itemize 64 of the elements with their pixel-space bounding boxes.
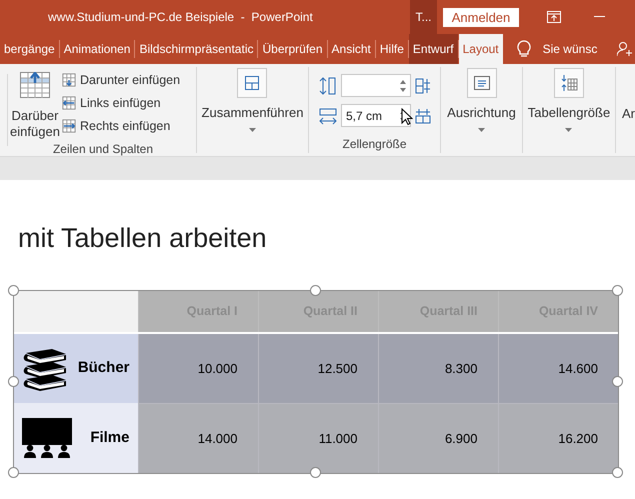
- insert-above-icon: [20, 72, 50, 98]
- ribbon-tab[interactable]: Layout: [458, 34, 503, 64]
- distribute-columns-icon[interactable]: [415, 108, 431, 124]
- row-height-icon: [319, 76, 337, 94]
- context-tab-label: T...: [410, 0, 437, 34]
- ribbon-tab[interactable]: Hilfe: [376, 34, 408, 64]
- table-insert-icon: [62, 96, 76, 110]
- ribbon-small-button[interactable]: Rechts einfügen: [62, 117, 180, 135]
- merge-cells-icon: [244, 75, 260, 91]
- mouse-cursor-icon: [401, 108, 413, 126]
- resize-handle[interactable]: [612, 285, 623, 296]
- tell-me-field[interactable]: Sie wünsc: [542, 40, 598, 58]
- ribbon-tab[interactable]: Animationen: [60, 34, 134, 64]
- ribbon-small-button[interactable]: Darunter einfügen: [62, 71, 180, 89]
- resize-handle[interactable]: [612, 376, 623, 387]
- table-cell: 10.000: [138, 333, 258, 403]
- ribbon-tab[interactable]: Ansicht: [328, 34, 375, 64]
- table-cell: 12.500: [258, 333, 378, 403]
- row-label: Bücher: [78, 358, 130, 378]
- ribbon-display-icon[interactable]: [547, 11, 561, 23]
- resize-handle[interactable]: [612, 467, 623, 478]
- dropdown-button[interactable]: Ausrichtung: [443, 68, 520, 136]
- insert-above-button[interactable]: Darüber einfügen: [8, 68, 62, 140]
- ribbon-tab[interactable]: Entwurf: [408, 34, 458, 64]
- table-cell: 16.200: [498, 403, 618, 473]
- books-icon: [22, 346, 68, 390]
- distribute-rows-icon[interactable]: [415, 78, 431, 94]
- caret-icon: [565, 128, 572, 132]
- ribbon-tab[interactable]: Bildschirmpräsentatic: [135, 34, 258, 64]
- dropdown-button[interactable]: Zusammenführen: [198, 68, 308, 136]
- ribbon-button[interactable]: Ar: [616, 64, 635, 156]
- ribbon-tab[interactable]: bergänge: [0, 34, 59, 64]
- dropdown-button[interactable]: Tabellengröße: [524, 68, 614, 136]
- lightbulb-icon: [516, 40, 531, 58]
- cinema-icon: [22, 418, 74, 458]
- align-text-icon: [474, 76, 490, 90]
- table-cell: 14.000: [138, 403, 258, 473]
- spin-arrows-icon: [400, 78, 406, 92]
- ribbon-tab[interactable]: Überprüfen: [258, 34, 327, 64]
- table-cell: 11.000: [258, 403, 378, 473]
- resize-handle[interactable]: [310, 467, 321, 478]
- resize-handle[interactable]: [310, 285, 321, 296]
- resize-handle[interactable]: [8, 285, 19, 296]
- caret-icon: [248, 128, 256, 132]
- column-width-icon: [319, 106, 337, 124]
- group-label: Zellengröße: [341, 136, 408, 153]
- sign-in-button[interactable]: Anmelden: [443, 8, 519, 26]
- table-insert-icon: [62, 119, 76, 133]
- resize-handle[interactable]: [8, 376, 19, 387]
- caret-icon: [478, 128, 485, 132]
- ribbon-small-button[interactable]: Links einfügen: [62, 94, 180, 112]
- row-label: Filme: [90, 428, 130, 448]
- table-size-icon: [560, 75, 578, 91]
- resize-handle[interactable]: [8, 467, 19, 478]
- slide-title: mit Tabellen arbeiten: [18, 222, 268, 254]
- table-cell: 14.600: [498, 333, 618, 403]
- table-cell: 8.300: [378, 333, 498, 403]
- table-cell: 6.900: [378, 403, 498, 473]
- group-label: Zeilen und Spalten: [52, 141, 154, 158]
- spin-field[interactable]: [341, 74, 411, 97]
- minimize-icon[interactable]: [594, 16, 605, 18]
- window-title: www.Studium-und-PC.de Beispiele - PowerPoint: [48, 9, 313, 26]
- table-insert-icon: [62, 73, 76, 87]
- share-icon[interactable]: [617, 41, 634, 57]
